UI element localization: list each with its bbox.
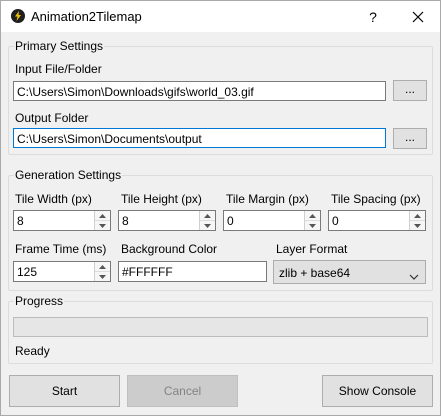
input-file-label: Input File/Folder — [15, 62, 102, 76]
frame-time-stepper[interactable]: 125 — [13, 261, 111, 282]
window-title: Animation2Tilemap — [31, 9, 142, 24]
input-file-field[interactable]: C:\Users\Simon\Downloads\gifs\world_03.g… — [13, 81, 386, 101]
chevron-up-icon[interactable] — [200, 211, 215, 221]
generation-settings-title: Generation Settings — [14, 168, 123, 182]
close-icon[interactable] — [396, 1, 440, 32]
chevron-down-icon[interactable] — [200, 221, 215, 230]
show-console-button[interactable]: Show Console — [322, 375, 433, 407]
tile-width-stepper[interactable]: 8 — [13, 210, 111, 231]
app-window: Animation2Tilemap ? Primary Settings Inp… — [0, 0, 441, 416]
status-text: Ready — [15, 344, 50, 358]
tile-spacing-value: 0 — [332, 214, 339, 228]
lightning-icon — [11, 9, 25, 23]
chevron-down-icon[interactable] — [410, 221, 425, 230]
progress-title: Progress — [14, 294, 65, 308]
tile-width-value: 8 — [17, 214, 24, 228]
chevron-down-icon[interactable] — [95, 272, 110, 281]
layer-format-value: zlib + base64 — [279, 266, 351, 280]
chevron-down-icon[interactable] — [95, 221, 110, 230]
chevron-up-icon[interactable] — [410, 211, 425, 221]
chevron-up-icon[interactable] — [95, 211, 110, 221]
progress-bar — [13, 317, 428, 337]
tile-height-stepper[interactable]: 8 — [118, 210, 216, 231]
tile-spacing-label: Tile Spacing (px) — [331, 192, 421, 206]
output-folder-label: Output Folder — [15, 111, 89, 125]
output-folder-field[interactable]: C:\Users\Simon\Documents\output — [13, 128, 386, 148]
tile-margin-stepper[interactable]: 0 — [223, 210, 321, 231]
tile-margin-spin-arrows[interactable] — [304, 211, 320, 230]
tile-width-label: Tile Width (px) — [15, 192, 92, 206]
chevron-up-icon[interactable] — [305, 211, 320, 221]
layer-format-label: Layer Format — [276, 242, 348, 256]
frame-time-label: Frame Time (ms) — [15, 242, 107, 256]
cancel-button[interactable]: Cancel — [127, 375, 238, 407]
frame-time-value: 125 — [17, 265, 38, 279]
tile-spacing-spin-arrows[interactable] — [409, 211, 425, 230]
tile-margin-label: Tile Margin (px) — [226, 192, 309, 206]
tile-height-value: 8 — [122, 214, 129, 228]
layer-format-select[interactable]: zlib + base64 — [273, 260, 426, 284]
tile-spacing-stepper[interactable]: 0 — [328, 210, 426, 231]
chevron-down-icon — [409, 269, 419, 283]
background-color-label: Background Color — [121, 242, 218, 256]
input-browse-button[interactable]: ... — [393, 80, 427, 101]
help-button[interactable]: ? — [356, 1, 390, 32]
background-color-field[interactable]: #FFFFFF — [118, 261, 267, 282]
tile-width-spin-arrows[interactable] — [94, 211, 110, 230]
primary-settings-title: Primary Settings — [14, 39, 105, 53]
start-button[interactable]: Start — [9, 375, 120, 407]
chevron-down-icon[interactable] — [305, 221, 320, 230]
tile-height-spin-arrows[interactable] — [199, 211, 215, 230]
title-bar[interactable]: Animation2Tilemap ? — [1, 1, 440, 32]
tile-margin-value: 0 — [227, 214, 234, 228]
chevron-up-icon[interactable] — [95, 262, 110, 272]
output-browse-button[interactable]: ... — [393, 128, 427, 149]
frame-time-spin-arrows[interactable] — [94, 262, 110, 281]
tile-height-label: Tile Height (px) — [121, 192, 202, 206]
